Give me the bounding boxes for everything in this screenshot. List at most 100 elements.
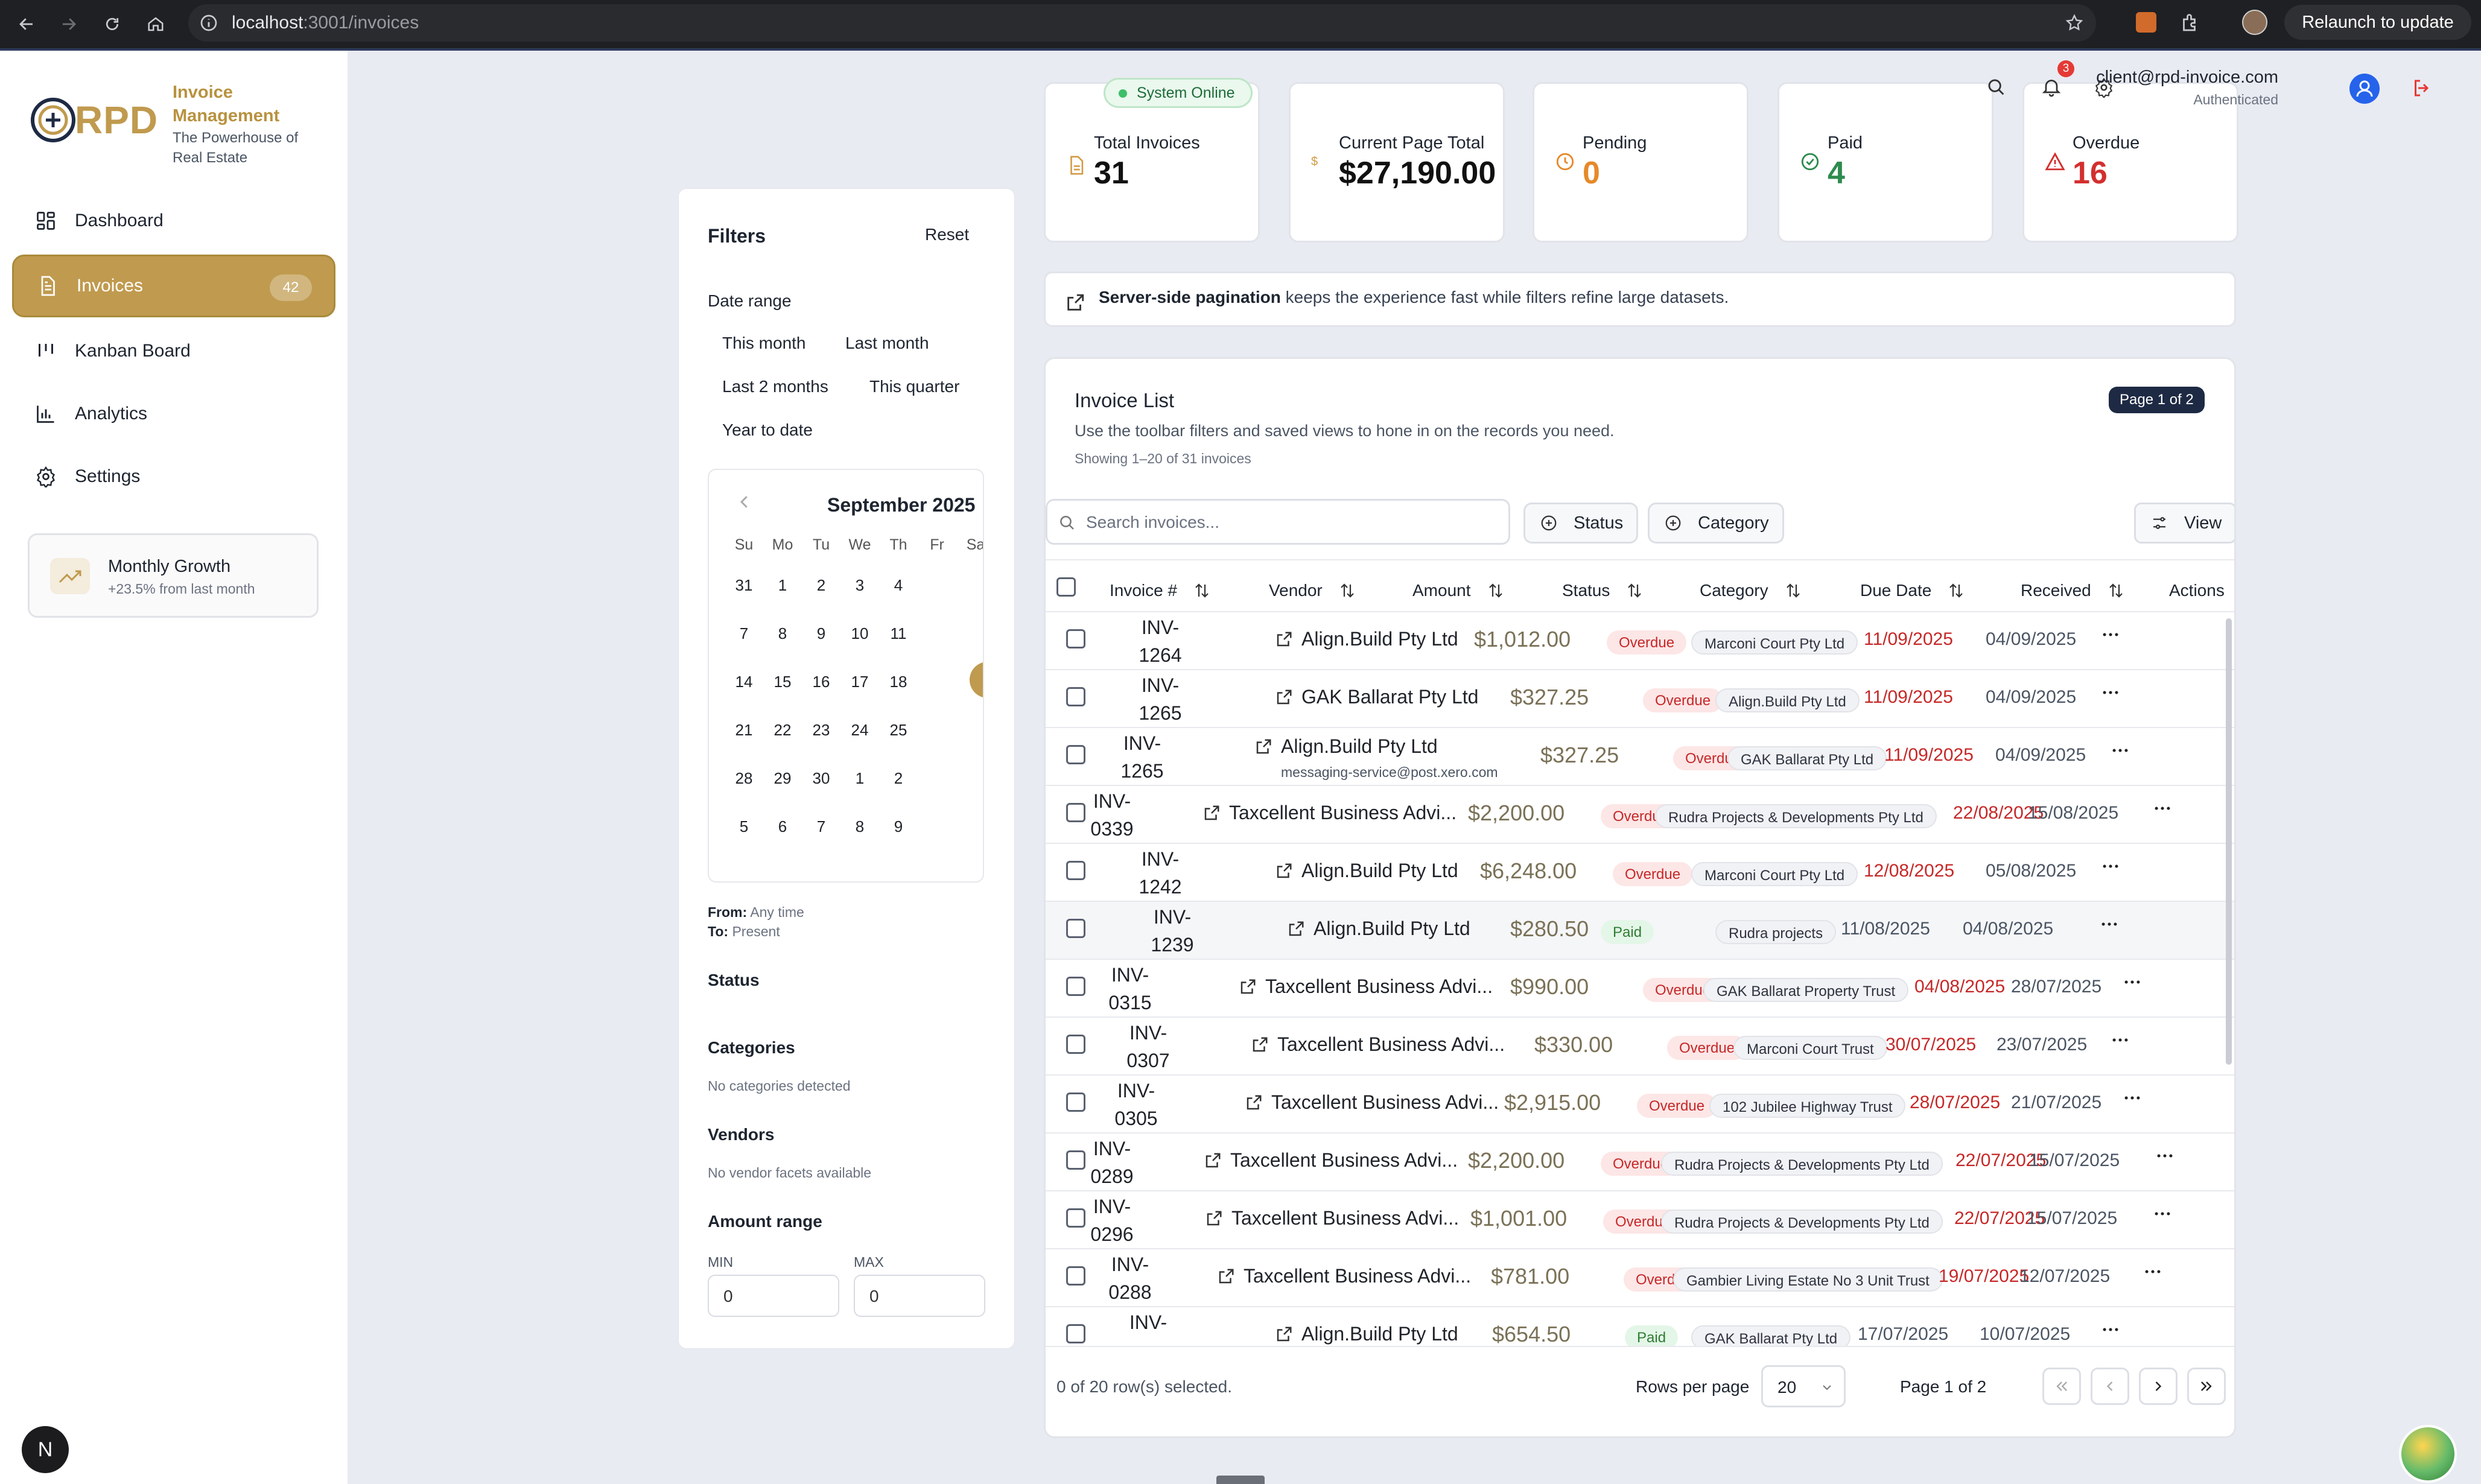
external-link-icon[interactable] xyxy=(1287,920,1305,938)
table-row[interactable]: INV- 1264 Align.Build Pty Ltd $1,012.00 Over… xyxy=(1046,611,2234,669)
vendor-cell[interactable]: Align.Build Pty Ltd xyxy=(1275,1323,1458,1345)
reset-filters-button[interactable]: Reset xyxy=(925,225,969,244)
rows-per-page-select[interactable]: 20 xyxy=(1761,1365,1846,1407)
calendar-day[interactable]: 22 xyxy=(764,721,801,740)
invoice-number[interactable]: INV- 1264 xyxy=(1124,614,1196,669)
calendar-day[interactable]: 29 xyxy=(764,769,801,788)
sidebar-item-dashboard[interactable]: Dashboard xyxy=(12,189,335,252)
row-checkbox[interactable] xyxy=(1066,861,1085,880)
extension-icon[interactable] xyxy=(2136,12,2156,33)
invoice-number[interactable]: INV- 0305 xyxy=(1100,1077,1172,1132)
calendar-day[interactable]: 14 xyxy=(726,673,762,691)
table-row[interactable]: INV- 1265 GAK Ballarat Pty Ltd $327.25 Overd… xyxy=(1046,669,2234,727)
amount-min-input[interactable]: 0 xyxy=(708,1275,839,1317)
calendar-day[interactable]: 6 xyxy=(764,817,801,836)
external-link-icon[interactable] xyxy=(1251,1036,1269,1054)
row-checkbox[interactable] xyxy=(1066,1035,1085,1054)
forward-icon[interactable] xyxy=(53,8,84,40)
row-actions-button[interactable] xyxy=(2100,856,2121,877)
vendor-cell[interactable]: Taxcellent Business Advi... xyxy=(1245,1091,1499,1114)
address-bar[interactable]: localhost:3001/invoices xyxy=(188,4,2096,42)
vendor-cell[interactable]: Align.Build Pty Ltd xyxy=(1275,628,1458,650)
calendar-day[interactable]: 23 xyxy=(803,721,839,740)
calendar-day[interactable]: 8 xyxy=(764,624,801,643)
table-row[interactable]: INV- 1265 Align.Build Pty Ltd messaging-ser… xyxy=(1046,727,2234,785)
row-checkbox[interactable] xyxy=(1066,745,1085,764)
external-link-icon[interactable] xyxy=(1254,738,1272,756)
row-actions-button[interactable] xyxy=(2152,1203,2173,1224)
external-link-icon[interactable] xyxy=(1245,1094,1263,1112)
assistant-avatar-icon[interactable] xyxy=(2399,1425,2457,1483)
calendar-day[interactable]: 15 xyxy=(764,673,801,691)
row-actions-button[interactable] xyxy=(2100,624,2121,645)
vendor-cell[interactable]: Taxcellent Business Advi... xyxy=(1239,975,1493,998)
table-row[interactable]: INV- 0339 Taxcellent Business Advi... $2,20… xyxy=(1046,785,2234,843)
row-actions-button[interactable] xyxy=(2122,1088,2143,1108)
preset-last-2-months[interactable]: Last 2 months xyxy=(722,377,828,396)
bookmark-star-icon[interactable] xyxy=(2065,13,2084,33)
calendar-day[interactable]: 11 xyxy=(880,624,916,643)
calendar-day[interactable]: 8 xyxy=(842,817,878,836)
invoice-number[interactable]: INV- 0296 xyxy=(1076,1193,1148,1248)
invoice-number[interactable]: INV- 0339 xyxy=(1076,787,1148,843)
row-checkbox[interactable] xyxy=(1066,1266,1085,1286)
table-row[interactable]: INV- 0288 Taxcellent Business Advi... $781.… xyxy=(1046,1248,2234,1306)
bell-icon[interactable] xyxy=(2041,76,2062,98)
first-page-button[interactable] xyxy=(2042,1368,2081,1405)
dev-tools-badge[interactable]: N xyxy=(22,1426,69,1473)
calendar-day[interactable]: 9 xyxy=(803,624,839,643)
calendar-day[interactable]: 3 xyxy=(842,576,878,595)
calendar-day[interactable]: 10 xyxy=(842,624,878,643)
calendar-day[interactable]: 28 xyxy=(726,769,762,788)
vendor-cell[interactable]: GAK Ballarat Pty Ltd xyxy=(1275,686,1478,708)
relaunch-button[interactable]: Relaunch to update xyxy=(2284,5,2471,40)
vendor-cell[interactable]: Taxcellent Business Advi... xyxy=(1251,1033,1505,1056)
row-actions-button[interactable] xyxy=(2152,798,2173,819)
invoice-number[interactable]: INV- 0289 xyxy=(1076,1135,1148,1190)
vendor-cell[interactable]: Align.Build Pty Ltd xyxy=(1275,860,1458,882)
calendar-day[interactable]: 31 xyxy=(726,576,762,595)
row-actions-button[interactable] xyxy=(2110,740,2130,761)
calendar-day[interactable]: 2 xyxy=(880,769,916,788)
row-checkbox[interactable] xyxy=(1066,629,1085,648)
invoice-number[interactable]: INV- 1239 xyxy=(1136,903,1209,959)
external-link-icon[interactable] xyxy=(1275,862,1293,880)
invoice-number[interactable]: INV- 0307 xyxy=(1112,1019,1184,1074)
logout-icon[interactable] xyxy=(2411,77,2433,99)
sidebar-item-kanban[interactable]: Kanban Board xyxy=(12,320,335,382)
invoice-number[interactable]: INV- 0315 xyxy=(1094,961,1166,1016)
vendor-cell[interactable]: Taxcellent Business Advi... xyxy=(1202,802,1457,824)
calendar-day[interactable]: 16 xyxy=(803,673,839,691)
table-row[interactable]: INV- 0289 Taxcellent Business Advi... $2,20… xyxy=(1046,1132,2234,1190)
calendar-day[interactable]: 5 xyxy=(726,817,762,836)
table-row[interactable]: INV- 0315 Taxcellent Business Advi... $990.… xyxy=(1046,959,2234,1016)
last-page-button[interactable] xyxy=(2187,1368,2226,1405)
sidebar-item-invoices[interactable]: Invoices 42 xyxy=(12,255,335,317)
calendar-day[interactable]: 17 xyxy=(842,673,878,691)
calendar-day[interactable]: 4 xyxy=(880,576,916,595)
calendar-day[interactable]: 25 xyxy=(880,721,916,740)
external-link-icon[interactable] xyxy=(1204,1152,1222,1170)
amount-max-input[interactable]: 0 xyxy=(854,1275,985,1317)
row-actions-button[interactable] xyxy=(2143,1261,2163,1282)
scroll-handle[interactable] xyxy=(1216,1476,1265,1484)
puzzle-icon[interactable] xyxy=(2179,12,2201,34)
preset-year-to-date[interactable]: Year to date xyxy=(722,420,813,440)
invoice-number[interactable]: INV- 0288 xyxy=(1094,1251,1166,1306)
sidebar-item-analytics[interactable]: Analytics xyxy=(12,382,335,445)
invoice-number[interactable]: INV- 1265 xyxy=(1106,729,1178,785)
vendor-cell[interactable]: Taxcellent Business Advi... xyxy=(1217,1265,1471,1287)
calendar-day[interactable]: 18 xyxy=(880,673,916,691)
invoice-number[interactable]: INV- 1242 xyxy=(1124,845,1196,901)
vendor-cell[interactable]: Align.Build Pty Ltd xyxy=(1254,735,1438,758)
profile-avatar[interactable] xyxy=(2242,10,2267,35)
table-row[interactable]: INV- Align.Build Pty Ltd $654.50 Paid GAK Ba… xyxy=(1046,1306,2234,1346)
back-icon[interactable] xyxy=(11,8,42,40)
row-checkbox[interactable] xyxy=(1066,687,1085,706)
external-link-icon[interactable] xyxy=(1275,1325,1293,1343)
external-link-icon[interactable] xyxy=(1275,688,1293,706)
external-link-icon[interactable] xyxy=(1239,978,1257,996)
calendar-day[interactable]: 1 xyxy=(842,769,878,788)
external-link-icon[interactable] xyxy=(1202,804,1221,822)
row-actions-button[interactable] xyxy=(2100,1319,2121,1340)
